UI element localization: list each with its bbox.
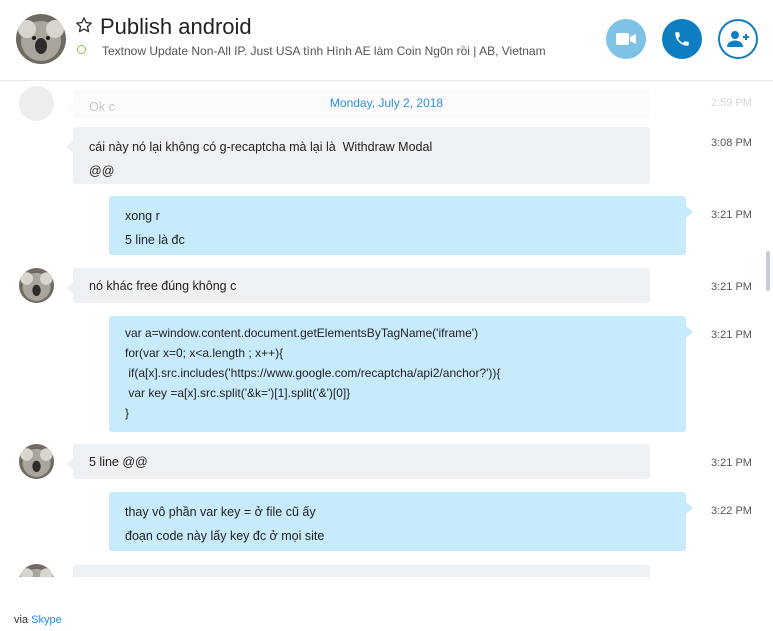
message-avatar[interactable]	[19, 268, 54, 303]
conversation-title: Publish android	[100, 14, 252, 39]
message-bubble[interactable]: thay vô phần var key = ở file cũ ấy đoạn…	[109, 492, 693, 551]
via-label: via	[14, 614, 29, 626]
message-text: xong r	[125, 209, 160, 223]
message-text: for(var x=0; x<a.length ; x++){	[125, 346, 284, 360]
add-person-icon	[727, 31, 749, 47]
favorite-star-icon[interactable]	[75, 16, 93, 34]
message-text: thay vô phần var key = ở file cũ ấy	[125, 505, 316, 519]
message-bubble[interactable]: nó khác free đúng không c	[66, 268, 650, 303]
message-bubble[interactable]: xong r 5 line là đc	[109, 196, 693, 255]
message-time: 3:22 PM	[711, 505, 752, 517]
contact-avatar[interactable]	[16, 14, 66, 64]
message-avatar[interactable]	[19, 564, 54, 577]
video-call-button[interactable]	[606, 19, 646, 59]
video-camera-icon	[616, 33, 636, 45]
audio-call-button[interactable]	[662, 19, 702, 59]
skype-link[interactable]: Skype	[31, 614, 62, 626]
message-text: var a=window.content.document.getElement…	[125, 326, 479, 340]
message-time: 3:08 PM	[711, 137, 752, 149]
message-time: 3:21 PM	[711, 209, 752, 221]
message-bubble[interactable]: 5 line @@	[66, 444, 650, 479]
mood-message: Textnow Update Non-All IP. Just USA tình…	[102, 44, 546, 58]
message-text: nó khác free đúng không c	[89, 279, 237, 293]
message-text: }	[125, 406, 130, 420]
conversation-header: Publish android Textnow Update Non-All I…	[0, 0, 773, 81]
message-bubble[interactable]: cái này nó lại không có g-recaptcha mà l…	[66, 127, 650, 184]
message-bubble[interactable]	[73, 565, 650, 577]
message-text: var key =a[x].src.split('&k=')[1].split(…	[125, 386, 351, 400]
add-participant-button[interactable]	[718, 19, 758, 59]
message-time: 3:21 PM	[711, 457, 752, 469]
message-time: 3:21 PM	[711, 281, 752, 293]
message-avatar[interactable]	[19, 444, 54, 479]
message-time: 3:21 PM	[711, 329, 752, 341]
chat-history[interactable]: Ok c 2:59 PM Monday, July 2, 2018 cái nà…	[0, 81, 773, 577]
presence-status-icon	[77, 45, 86, 54]
message-text: if(a[x].src.includes('https://www.google…	[125, 366, 501, 380]
message-bubble[interactable]: var a=window.content.document.getElement…	[109, 316, 693, 432]
date-separator: Monday, July 2, 2018	[329, 96, 444, 110]
footer: via Skype	[14, 614, 62, 626]
scrollbar-thumb[interactable]	[766, 251, 770, 291]
message-text: cái này nó lại không có g-recaptcha mà l…	[89, 140, 433, 154]
message-text: 5 line là đc	[125, 233, 185, 247]
message-text: @@	[89, 164, 115, 178]
message-text: đoạn code này lấy key đc ở mọi site	[125, 529, 325, 543]
message-text: 5 line @@	[89, 455, 148, 469]
phone-icon	[675, 32, 689, 46]
